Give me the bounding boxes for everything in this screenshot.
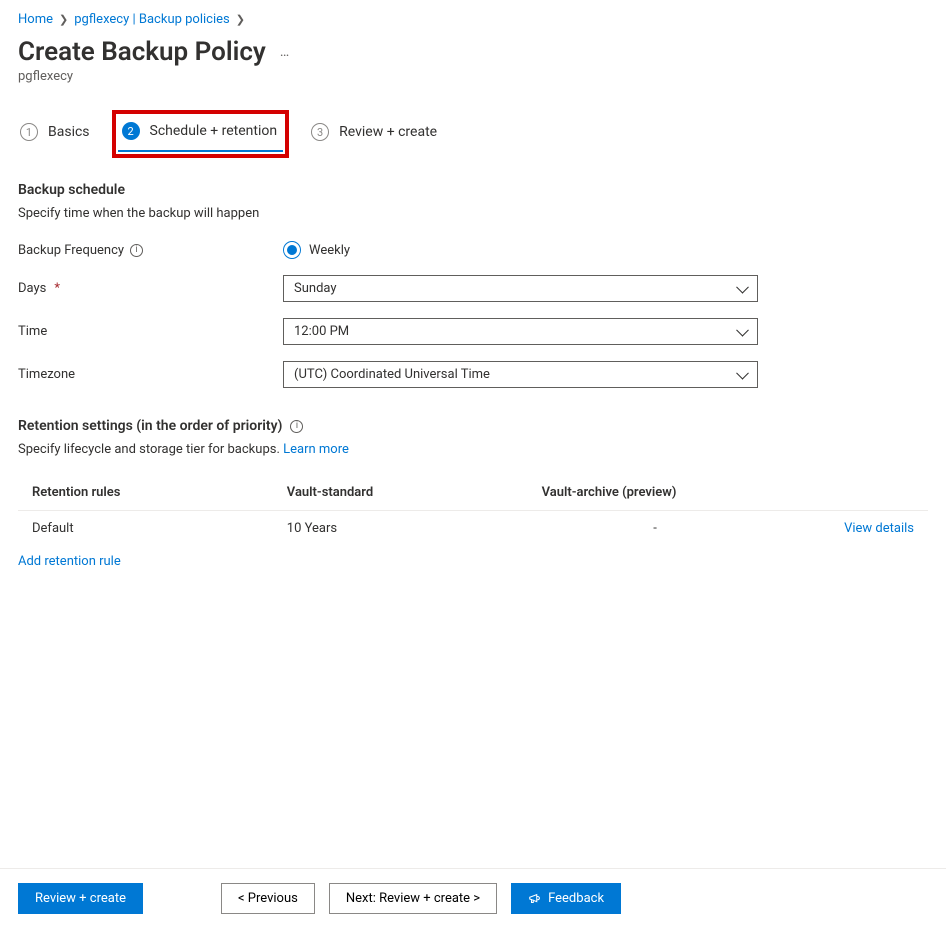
cell-vault-archive: - bbox=[528, 511, 783, 547]
more-menu-icon[interactable]: … bbox=[280, 44, 291, 60]
radio-label: Weekly bbox=[309, 243, 350, 258]
learn-more-link[interactable]: Learn more bbox=[283, 442, 349, 457]
step-number: 3 bbox=[311, 123, 329, 141]
wizard-tabs: 1 Basics 2 Schedule + retention 3 Review… bbox=[18, 116, 928, 152]
info-icon[interactable]: i bbox=[130, 244, 143, 257]
chevron-right-icon: ❯ bbox=[59, 13, 68, 26]
cell-rule-name: Default bbox=[18, 511, 273, 547]
feedback-button[interactable]: Feedback bbox=[511, 883, 621, 914]
label-timezone: Timezone bbox=[18, 367, 283, 382]
breadcrumb: Home ❯ pgflexecy | Backup policies ❯ bbox=[18, 12, 928, 27]
tab-label: Basics bbox=[48, 124, 90, 140]
tab-review-create[interactable]: 3 Review + create bbox=[309, 117, 439, 151]
review-create-button[interactable]: Review + create bbox=[18, 883, 143, 914]
section-desc-retention: Specify lifecycle and storage tier for b… bbox=[18, 442, 928, 457]
tab-schedule-retention[interactable]: 2 Schedule + retention bbox=[118, 116, 284, 152]
chevron-right-icon: ❯ bbox=[236, 13, 245, 26]
col-vault-archive: Vault-archive (preview) bbox=[528, 475, 783, 511]
dropdown-value: Sunday bbox=[294, 281, 337, 296]
page-subtitle: pgflexecy bbox=[18, 69, 928, 84]
table-row: Default 10 Years - View details bbox=[18, 511, 928, 547]
col-retention-rules: Retention rules bbox=[18, 475, 273, 511]
radio-weekly[interactable]: Weekly bbox=[283, 241, 350, 259]
retention-table: Retention rules Vault-standard Vault-arc… bbox=[18, 475, 928, 546]
button-label: Feedback bbox=[548, 891, 604, 906]
add-retention-rule-link[interactable]: Add retention rule bbox=[18, 554, 928, 569]
step-number: 1 bbox=[20, 123, 38, 141]
dropdown-value: (UTC) Coordinated Universal Time bbox=[294, 367, 490, 382]
footer-actions: Review + create < Previous Next: Review … bbox=[0, 869, 946, 928]
dropdown-time[interactable]: 12:00 PM bbox=[283, 318, 758, 345]
page-title: Create Backup Policy bbox=[18, 37, 266, 67]
label-backup-frequency: Backup Frequency i bbox=[18, 243, 283, 258]
label-days: Days * bbox=[18, 281, 283, 296]
step-number: 2 bbox=[122, 122, 140, 140]
breadcrumb-home[interactable]: Home bbox=[18, 12, 53, 27]
dropdown-days[interactable]: Sunday bbox=[283, 275, 758, 302]
previous-button[interactable]: < Previous bbox=[221, 883, 315, 914]
breadcrumb-backup-policies[interactable]: pgflexecy | Backup policies bbox=[74, 12, 230, 27]
dropdown-timezone[interactable]: (UTC) Coordinated Universal Time bbox=[283, 361, 758, 388]
cell-vault-standard: 10 Years bbox=[273, 511, 528, 547]
dropdown-value: 12:00 PM bbox=[294, 324, 349, 339]
info-icon[interactable]: i bbox=[290, 420, 303, 433]
tab-basics[interactable]: 1 Basics bbox=[18, 117, 92, 151]
radio-icon bbox=[283, 241, 301, 259]
desc-text: Specify lifecycle and storage tier for b… bbox=[18, 442, 283, 457]
megaphone-icon bbox=[528, 892, 542, 906]
label-text: Time bbox=[18, 324, 47, 339]
section-heading-retention: Retention settings (in the order of prio… bbox=[18, 418, 282, 434]
view-details-link[interactable]: View details bbox=[844, 521, 914, 536]
label-text: Days bbox=[18, 281, 46, 296]
next-button[interactable]: Next: Review + create > bbox=[329, 883, 497, 914]
section-desc: Specify time when the backup will happen bbox=[18, 206, 928, 221]
col-vault-standard: Vault-standard bbox=[273, 475, 528, 511]
tab-label: Review + create bbox=[339, 124, 437, 140]
label-text: Backup Frequency bbox=[18, 243, 124, 258]
required-asterisk: * bbox=[54, 281, 60, 296]
label-text: Timezone bbox=[18, 367, 75, 382]
tab-label: Schedule + retention bbox=[150, 123, 278, 139]
section-heading-backup-schedule: Backup schedule bbox=[18, 182, 928, 198]
label-time: Time bbox=[18, 324, 283, 339]
